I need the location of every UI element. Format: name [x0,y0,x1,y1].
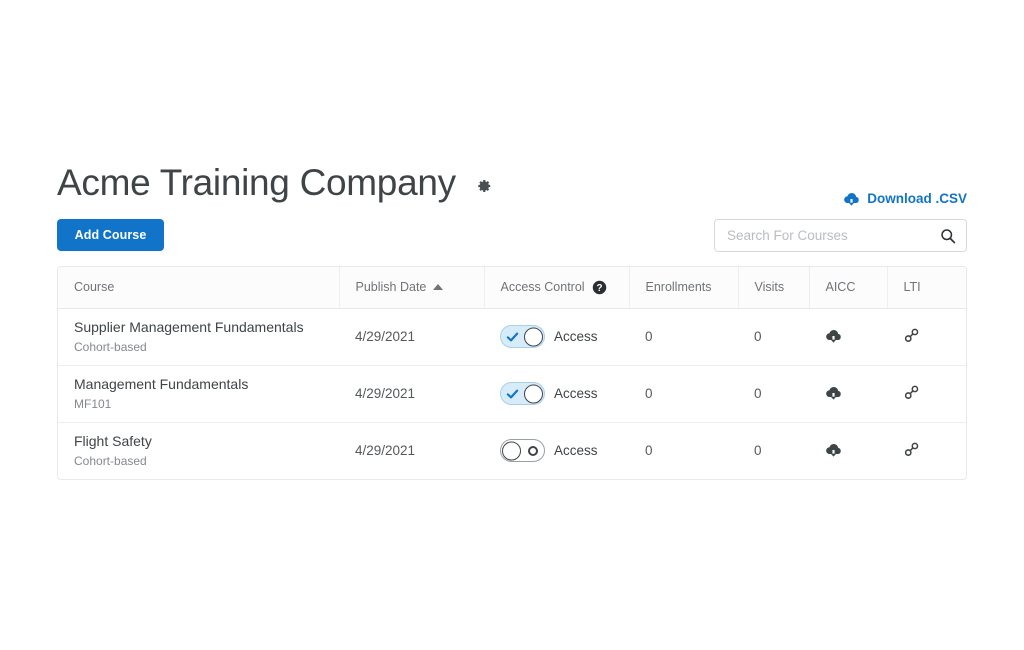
table-header-row: Course Publish Date Access Control ? Enr… [58,267,966,309]
cell-visits: 0 [738,365,809,423]
check-icon [506,330,519,343]
column-header-access-control[interactable]: Access Control ? [484,267,630,309]
column-header-lti-label: LTI [903,280,921,295]
cell-publish-date: 4/29/2021 [355,443,416,459]
column-header-enrollments-label: Enrollments [645,280,712,295]
cell-lti [887,308,966,366]
access-toggle[interactable] [500,439,545,463]
column-header-access-control-label: Access Control [500,280,585,295]
course-subtitle: MF101 [74,396,112,411]
cell-access-control: Access [484,365,629,423]
column-header-visits[interactable]: Visits [738,267,810,309]
course-title[interactable]: Management Fundamentals [74,375,323,394]
cell-lti [887,422,966,479]
column-header-aicc[interactable]: AICC [809,267,888,309]
link-icon[interactable] [903,384,952,404]
course-subtitle: Cohort-based [74,453,147,468]
search-icon[interactable] [940,228,956,244]
svg-text:?: ? [596,283,602,294]
cloud-download-icon [843,191,860,206]
cloud-download-icon[interactable] [825,328,871,346]
course-management-page: Acme Training Company Download .CSV Add … [0,0,1024,650]
access-label: Access [554,443,598,459]
table-row[interactable]: Supplier Management Fundamentals Cohort-… [58,308,966,366]
column-header-publish-date-label: Publish Date [355,280,427,295]
column-header-enrollments[interactable]: Enrollments [629,267,739,309]
cloud-download-icon[interactable] [825,385,871,403]
courses-table-container: Course Publish Date Access Control ? Enr… [57,266,967,480]
add-course-button[interactable]: Add Course [57,219,164,251]
course-title[interactable]: Supplier Management Fundamentals [74,318,323,337]
cell-course: Management Fundamentals MF101 [58,365,339,423]
column-header-aicc-label: AICC [825,280,856,295]
column-header-publish-date[interactable]: Publish Date [339,267,485,309]
sort-ascending-icon[interactable] [433,284,444,291]
cell-lti [887,365,966,423]
cell-enrollments: 0 [629,308,738,366]
page-title: Acme Training Company [57,161,456,203]
cell-publish-date: 4/29/2021 [339,365,484,423]
page-header: Acme Training Company [57,138,492,228]
download-csv-link[interactable]: Download .CSV [843,191,967,206]
course-title[interactable]: Flight Safety [74,432,323,451]
course-subtitle: Cohort-based [74,339,147,354]
gear-icon[interactable] [474,177,492,195]
access-label: Access [554,386,598,401]
table-header: Course Publish Date Access Control ? Enr… [58,267,966,309]
cell-course: Flight Safety Cohort-based [58,422,339,479]
download-csv-label: Download .CSV [867,191,967,206]
check-icon [506,387,519,400]
cloud-download-icon[interactable] [825,442,871,460]
link-icon[interactable] [903,327,952,347]
table-row[interactable]: Flight Safety Cohort-based 4/29/2021 Acc… [58,422,966,479]
column-header-course[interactable]: Course [58,267,340,309]
access-toggle[interactable] [500,382,545,405]
column-header-lti[interactable]: LTI [887,267,966,309]
toggle-knob [524,327,543,346]
access-label: Access [554,329,598,344]
cell-course: Supplier Management Fundamentals Cohort-… [58,308,339,366]
cell-publish-date: 4/29/2021 [339,308,484,366]
cell-access-control: Access [484,422,629,479]
table-body: Supplier Management Fundamentals Cohort-… [58,308,966,479]
cell-access-control: Access [484,308,629,366]
search-box[interactable] [714,219,967,252]
search-input[interactable] [727,228,940,243]
cell-enrollments: 0 [645,443,653,459]
cell-enrollments: 0 [629,365,738,423]
cell-visits: 0 [754,443,762,459]
courses-table: Course Publish Date Access Control ? Enr… [58,267,966,479]
column-header-course-label: Course [74,280,115,295]
cell-aicc [809,365,887,423]
cell-visits: 0 [738,308,809,366]
cell-aicc [809,308,887,366]
column-header-visits-label: Visits [754,280,785,295]
access-toggle[interactable] [500,325,545,348]
circle-icon [528,445,538,456]
toggle-knob [524,384,543,403]
help-circle-icon[interactable]: ? [592,280,607,295]
cell-aicc [809,422,887,479]
table-row[interactable]: Management Fundamentals MF101 4/29/2021 [58,365,966,423]
link-icon[interactable] [903,441,952,461]
toggle-knob [502,441,521,461]
